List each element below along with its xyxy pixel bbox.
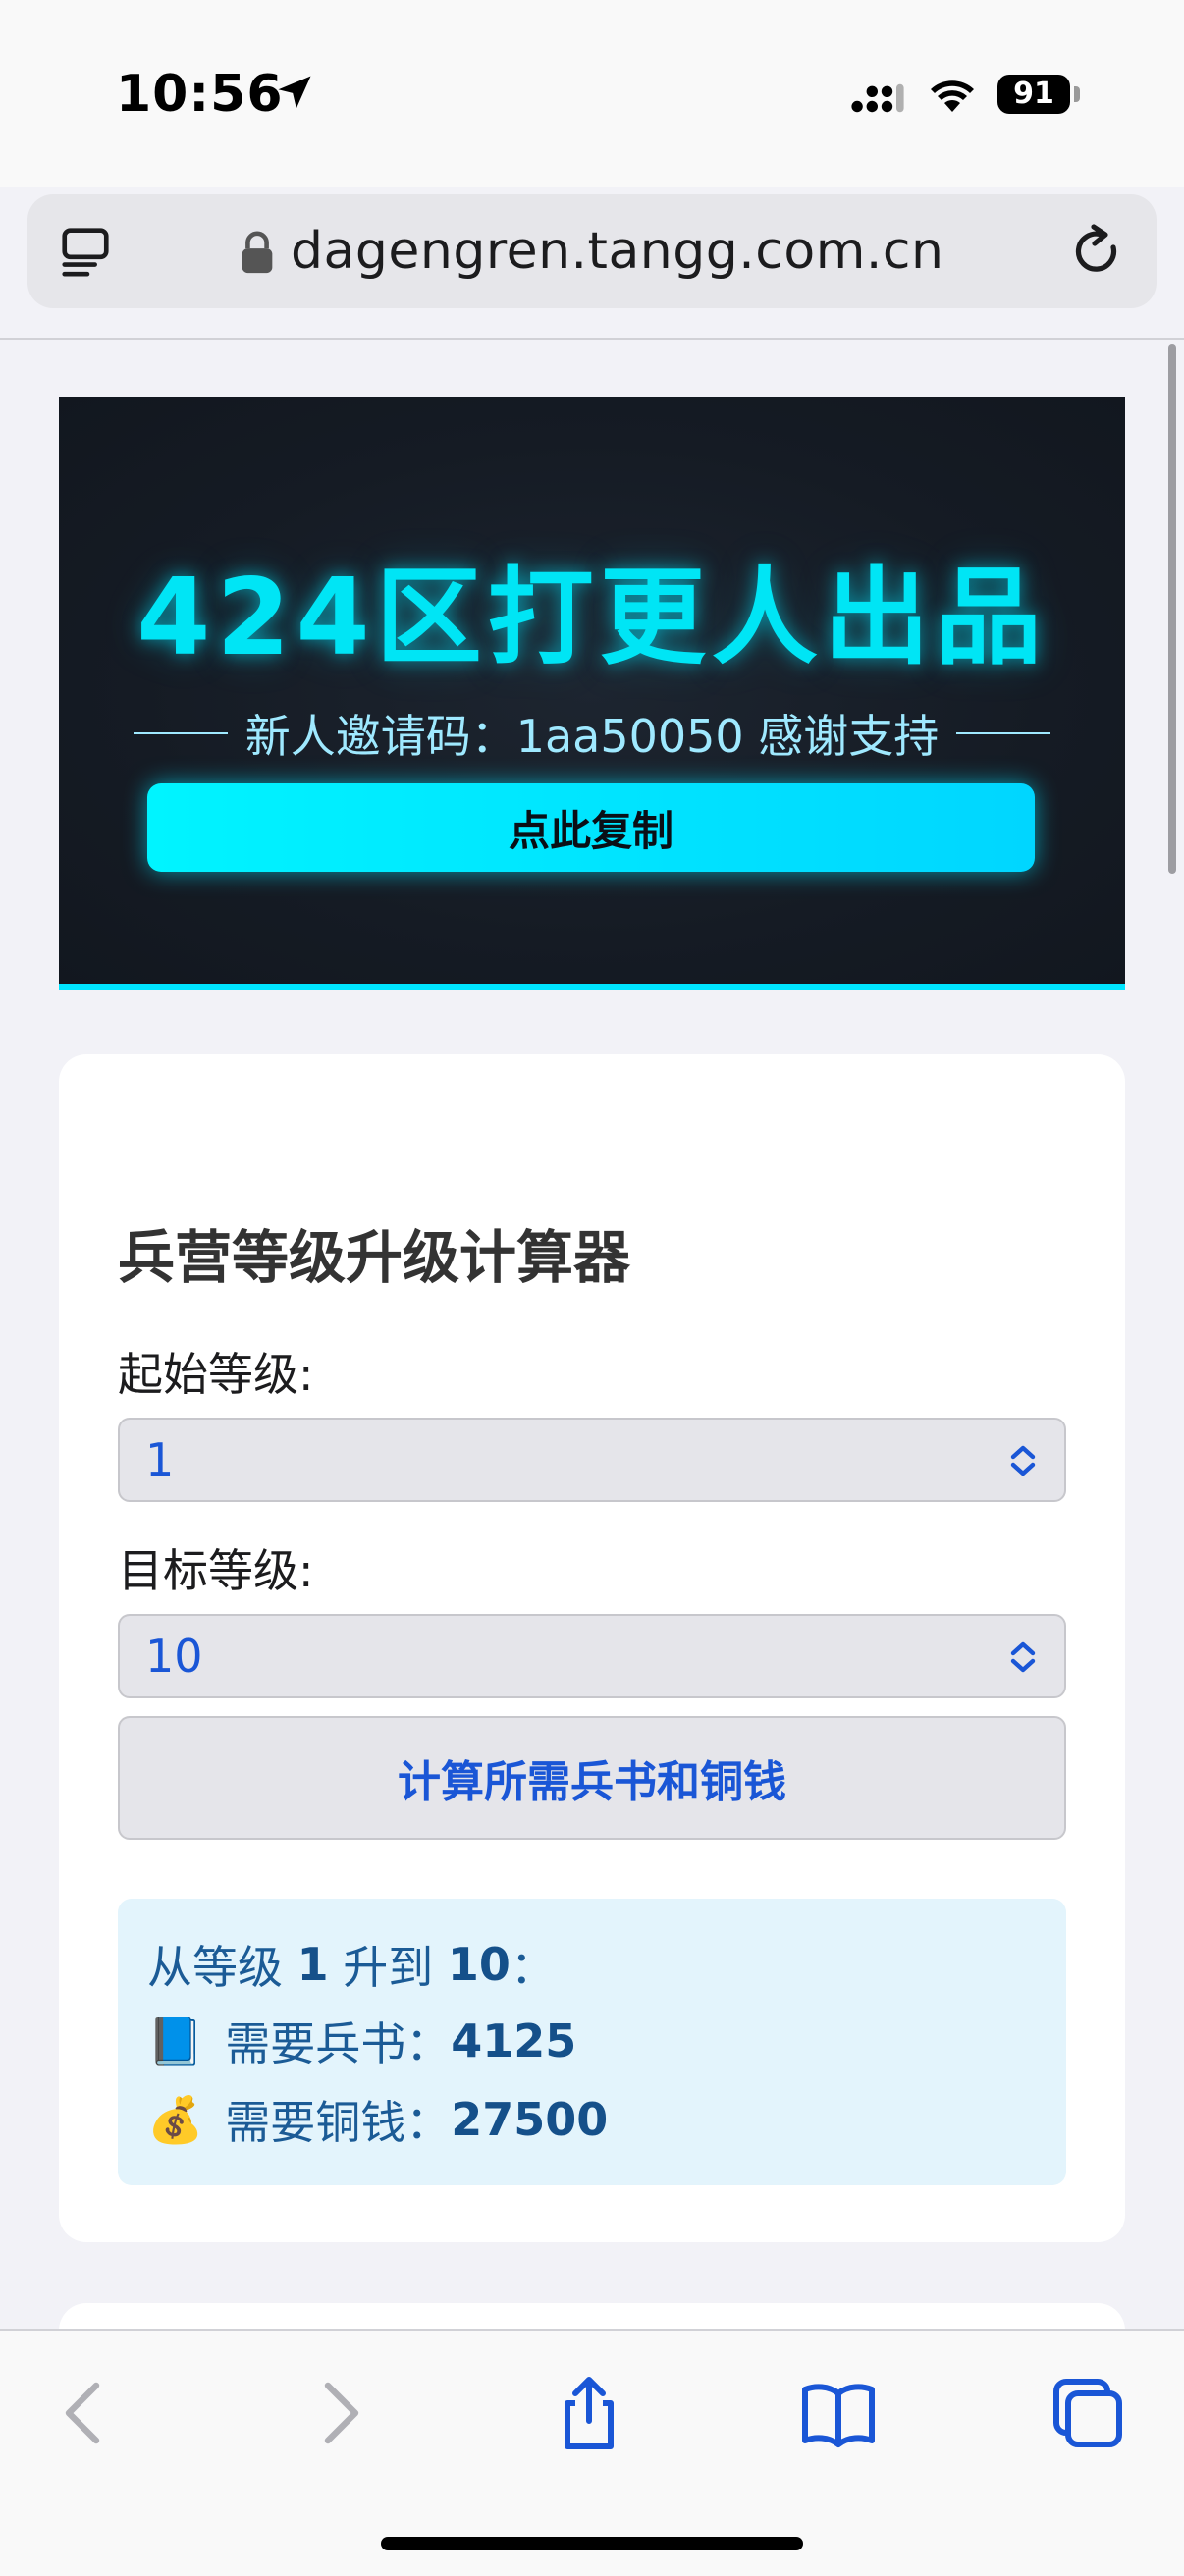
back-icon[interactable] (45, 2374, 124, 2452)
coins-value: 27500 (451, 2093, 609, 2146)
books-label: 需要兵书： (225, 2017, 452, 2070)
coins-label: 需要铜钱： (225, 2096, 452, 2149)
start-level-select[interactable]: 1 (118, 1418, 1066, 1502)
banner-subtitle: 新人邀请码：1aa50050 感谢支持 (59, 701, 1125, 766)
subtitle-line-right (956, 732, 1051, 734)
tabs-overview-icon[interactable] (1049, 2374, 1127, 2452)
result-summary: 从等级 1 升到 10： (147, 1932, 556, 1997)
invite-code-text: 新人邀请码：1aa50050 感谢支持 (244, 710, 940, 763)
result-from-level: 1 (296, 1938, 329, 1991)
result-to-level: 10 (447, 1938, 511, 1991)
result-coins-line: 💰 需要铜钱： 27500 (147, 2087, 608, 2152)
result-prefix: 从等级 (147, 1941, 283, 1994)
url-bar[interactable]: dagengren.tangg.com.cn (27, 194, 1157, 308)
target-level-label: 目标等级: (118, 1544, 314, 1597)
result-books-line: 📘 需要兵书： 4125 (147, 2009, 576, 2073)
chevron-updown-icon (1010, 1445, 1036, 1476)
target-level-value: 10 (145, 1630, 203, 1683)
book-icon: 📘 (147, 2013, 204, 2067)
copy-button[interactable]: 点此复制 (147, 783, 1035, 872)
chevron-updown-icon (1010, 1641, 1036, 1673)
subtitle-line-left (133, 732, 228, 734)
start-level-value: 1 (145, 1433, 175, 1486)
wifi-icon (931, 80, 974, 112)
url-text[interactable]: dagengren.tangg.com.cn (291, 222, 943, 281)
calculator-card-content: 1 目标等级: 10 计算所需兵书和铜钱 从等级 1 升到 10： 📘 需要兵书… (59, 1054, 1125, 2242)
promo-banner: 424区打更人出品 新人邀请码：1aa50050 感谢支持 点此复制 (59, 397, 1125, 990)
home-indicator (381, 2537, 803, 2550)
share-icon[interactable] (550, 2374, 628, 2452)
bookmarks-icon[interactable] (799, 2374, 878, 2452)
scrollbar[interactable] (1168, 344, 1176, 874)
status-bar: 10:56 91 (0, 0, 1184, 187)
banner-title: 424区打更人出品 (136, 557, 1048, 679)
calculate-button[interactable]: 计算所需兵书和铜钱 (118, 1716, 1066, 1840)
tabs-icon[interactable] (57, 222, 114, 281)
status-time: 10:56 (116, 65, 284, 124)
books-value: 4125 (451, 2014, 577, 2067)
lock-icon (242, 231, 273, 274)
money-bag-icon: 💰 (147, 2092, 204, 2146)
result-suffix: ： (510, 1941, 556, 1994)
location-arrow-icon (278, 76, 311, 109)
signal-icon (851, 83, 904, 113)
target-level-select[interactable]: 10 (118, 1614, 1066, 1698)
forward-icon[interactable] (300, 2374, 379, 2452)
result-panel: 从等级 1 升到 10： 📘 需要兵书： 4125 💰 需要铜钱： 27500 (118, 1899, 1066, 2185)
result-mid: 升到 (343, 1941, 434, 1994)
reload-icon[interactable] (1068, 222, 1127, 281)
battery-tip (1074, 86, 1080, 102)
battery-icon: 91 (997, 75, 1070, 114)
toolbar-divider (0, 338, 1184, 340)
